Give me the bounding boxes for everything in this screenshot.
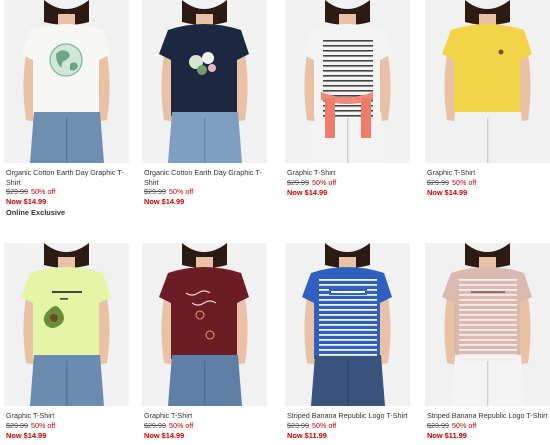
sale-price: Now $14.99 [427,187,468,197]
product-name-link[interactable]: Striped Banana Republic Logo T-Shirt [285,411,410,421]
product-card[interactable]: Striped Banana Republic Logo T-Shirt $23.… [425,243,550,441]
original-price: $29.99 [6,420,28,430]
sale-price: Now $14.99 [144,430,185,440]
product-card[interactable]: Graphic T-Shirt $29.99 50% off Now $14.99 [425,0,550,198]
sale-price: Now $14.99 [6,197,47,207]
product-name-link[interactable]: Graphic T-Shirt [285,168,410,178]
online-exclusive-badge: Online Exclusive [6,208,66,218]
product-image[interactable] [285,0,410,163]
product-image[interactable] [425,243,550,406]
product-image[interactable] [4,0,129,163]
sale-price: Now $11.99 [427,430,467,440]
price-row: $29.99 50% off [142,187,267,197]
price-row: $29.99 50% off [285,178,410,188]
discount-label: 50% off [451,420,477,430]
product-image[interactable] [285,243,410,406]
price-row: $29.99 50% off [4,421,129,431]
original-price: $29.99 [144,420,166,430]
price-row: $29.99 50% off [4,187,129,197]
discount-label: 50% off [168,420,194,430]
sale-price: Now $14.99 [144,197,185,207]
discount-label: 50% off [168,187,194,197]
product-card[interactable]: Graphic T-Shirt $29.99 50% off Now $14.99 [142,243,267,441]
original-price: $23.99 [287,420,309,430]
discount-label: 50% off [311,177,337,187]
product-image[interactable] [142,0,267,163]
original-price: $29.99 [144,187,166,197]
price-row: $23.99 50% off [425,421,550,431]
original-price: $29.99 [427,177,449,187]
product-card[interactable]: Striped Banana Republic Logo T-Shirt $23.… [285,243,410,441]
original-price: $23.99 [427,420,449,430]
price-row: $23.99 50% off [285,421,410,431]
product-image[interactable] [142,243,267,406]
price-row: $29.99 50% off [142,421,267,431]
sale-price: Now $11.99 [287,430,327,440]
sale-price: Now $14.99 [287,187,328,197]
product-grid: Organic Cotton Earth Day Graphic T-Shirt… [0,0,550,445]
product-card[interactable]: Organic Cotton Earth Day Graphic T-Shirt… [142,0,267,207]
product-card[interactable]: Graphic T-Shirt $29.99 50% off Now $14.99 [285,0,410,198]
product-name-link[interactable]: Graphic T-Shirt [425,168,550,178]
product-image[interactable] [425,0,550,163]
product-name-link[interactable]: Organic Cotton Earth Day Graphic T-Shirt [142,168,267,187]
product-image[interactable] [4,243,129,406]
discount-label: 50% off [30,420,56,430]
discount-label: 50% off [311,420,337,430]
discount-label: 50% off [30,187,56,197]
product-name-link[interactable]: Striped Banana Republic Logo T-Shirt [425,411,550,421]
discount-label: 50% off [451,177,477,187]
product-name-link[interactable]: Graphic T-Shirt [142,411,267,421]
product-name-link[interactable]: Graphic T-Shirt [4,411,129,421]
sale-price: Now $14.99 [6,430,47,440]
product-card[interactable]: Graphic T-Shirt $29.99 50% off Now $14.99 [4,243,129,441]
price-row: $29.99 50% off [425,178,550,188]
original-price: $29.99 [287,177,309,187]
product-card[interactable]: Organic Cotton Earth Day Graphic T-Shirt… [4,0,129,218]
original-price: $29.99 [6,187,28,197]
product-name-link[interactable]: Organic Cotton Earth Day Graphic T-Shirt [4,168,129,187]
